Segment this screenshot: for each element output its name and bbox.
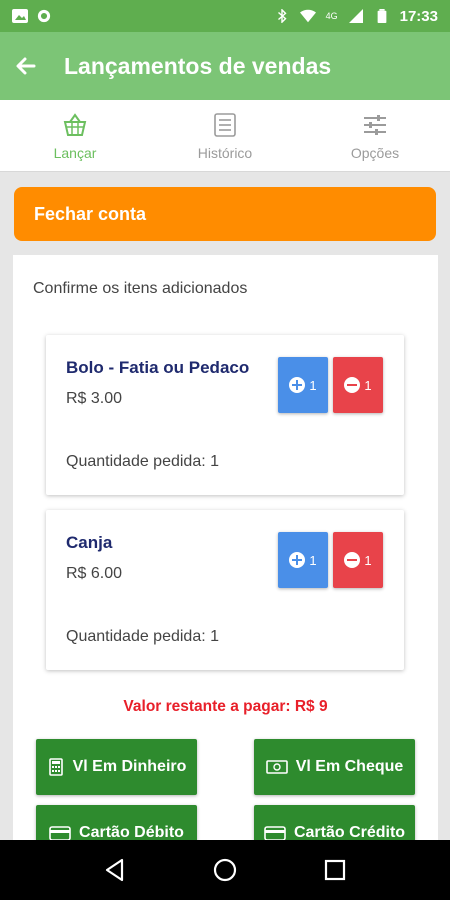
status-bar: 4G 17:33 [0, 0, 450, 32]
item-quantity: Quantidade pedida: 1 [66, 453, 220, 470]
page-title: Lançamentos de vendas [64, 52, 332, 79]
increase-label: 1 [309, 552, 317, 568]
sliders-icon [364, 114, 386, 135]
app-bar: Lançamentos de vendas [0, 32, 450, 100]
cash-icon [265, 760, 288, 774]
item-card: Bolo - Fatia ou Pedaco R$ 3.00 1 1 Quant… [46, 335, 404, 495]
tab-bar: Lançar Histórico Opções [0, 100, 450, 172]
basket-icon [63, 112, 87, 136]
network-type-label: 4G [325, 11, 338, 21]
tab-historico[interactable]: Histórico [150, 100, 300, 171]
pay-cash-button[interactable]: Vl Em Dinheiro [36, 739, 197, 795]
item-name: Bolo - Fatia ou Pedaco [66, 358, 250, 377]
item-price: R$ 6.00 [66, 565, 123, 582]
plus-circle-icon [289, 552, 306, 568]
tab-label: Opções [350, 144, 400, 161]
list-icon [214, 112, 236, 137]
tab-opcoes[interactable]: Opções [300, 100, 450, 171]
tab-lancar[interactable]: Lançar [0, 100, 150, 171]
signal-icon [348, 9, 363, 23]
calculator-icon [48, 758, 63, 776]
wifi-icon [299, 9, 316, 23]
back-triangle-icon[interactable] [102, 857, 128, 883]
minus-circle-icon [344, 552, 361, 568]
decrease-quantity-button[interactable]: 1 [333, 532, 383, 588]
battery-icon [377, 9, 386, 23]
pay-cheque-label: Vl Em Cheque [295, 758, 404, 775]
decrease-label: 1 [364, 552, 372, 568]
item-quantity: Quantidade pedida: 1 [66, 628, 220, 645]
increase-label: 1 [309, 377, 317, 393]
bluetooth-icon [277, 9, 287, 23]
back-arrow-icon[interactable] [12, 52, 40, 80]
pay-cheque-button[interactable]: Vl Em Cheque [254, 739, 415, 795]
item-price: R$ 3.00 [66, 390, 123, 407]
plus-circle-icon [289, 377, 306, 393]
remaining-amount: Valor restante a pagar: R$ 9 [123, 698, 328, 715]
decrease-label: 1 [364, 377, 372, 393]
tab-label: Histórico [197, 144, 253, 161]
fechar-conta-button[interactable]: Fechar conta [14, 187, 436, 241]
home-circle-icon[interactable] [212, 857, 238, 883]
status-time: 17:33 [399, 7, 438, 25]
pay-cash-label: Vl Em Dinheiro [72, 758, 187, 775]
image-notification-icon [12, 9, 28, 23]
increase-quantity-button[interactable]: 1 [278, 357, 328, 413]
increase-quantity-button[interactable]: 1 [278, 532, 328, 588]
confirm-instruction: Confirme os itens adicionados [33, 280, 248, 297]
app-notification-icon [37, 9, 51, 23]
minus-circle-icon [344, 377, 361, 393]
item-name: Canja [66, 533, 113, 552]
recents-square-icon[interactable] [322, 857, 348, 883]
system-nav-bar [0, 840, 450, 900]
items-panel: Confirme os itens adicionados Bolo - Fat… [13, 255, 438, 861]
item-card: Canja R$ 6.00 1 1 Quantidade pedida: 1 [46, 510, 404, 670]
decrease-quantity-button[interactable]: 1 [333, 357, 383, 413]
tab-label: Lançar [53, 144, 97, 161]
